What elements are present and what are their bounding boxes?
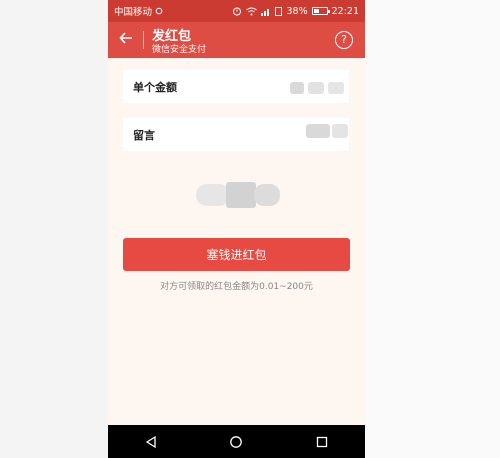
navigation-bar (108, 425, 365, 458)
title-bar: 发红包 微信安全支付 ? (108, 22, 365, 58)
amount-placeholder-blur (290, 82, 304, 94)
sim-icon (275, 6, 283, 16)
status-left: 中国移动 (114, 4, 163, 18)
amount-blur-2 (226, 182, 256, 208)
data-sync-icon (155, 7, 163, 15)
battery-icon (311, 7, 330, 15)
square-recents-icon (316, 436, 328, 447)
status-bar: 中国移动 38% 22:21 (108, 0, 365, 22)
alarm-icon (233, 7, 242, 16)
wifi-icon (246, 7, 258, 15)
back-button[interactable] (116, 30, 136, 50)
status-right: 38% 22:21 (232, 6, 359, 17)
clock: 22:21 (331, 5, 359, 17)
title-divider (143, 31, 144, 49)
nav-back-button[interactable] (139, 430, 163, 454)
amount-blur-1 (196, 184, 230, 206)
amount-placeholder-blur-2 (308, 82, 324, 94)
circle-home-icon (230, 435, 243, 448)
message-placeholder-blur-2 (332, 124, 348, 138)
page-background-right (365, 0, 500, 458)
page-subtitle: 微信安全支付 (152, 45, 207, 55)
battery-percent: 38% (286, 5, 308, 17)
amount-label: 单个金额 (133, 80, 177, 94)
amount-placeholder-blur-3 (328, 82, 344, 94)
carrier-name: 中国移动 (114, 7, 153, 18)
help-icon[interactable]: ? (335, 31, 353, 49)
signal-icon (261, 8, 270, 16)
nav-recents-button[interactable] (310, 430, 334, 454)
back-arrow-icon (119, 32, 132, 44)
message-label: 留言 (133, 128, 155, 142)
message-placeholder-blur (306, 124, 330, 138)
amount-blur-3 (254, 184, 280, 206)
nav-home-button[interactable] (224, 430, 248, 454)
submit-red-packet-button[interactable]: 塞钱进红包 (123, 238, 350, 271)
amount-range-hint: 对方可领取的红包金额为0.01~200元 (160, 282, 313, 292)
triangle-back-icon (145, 435, 156, 448)
page-background-left (0, 0, 108, 458)
total-amount-display (196, 182, 280, 210)
phone-screen: 中国移动 38% 22:21 发红包 微信安全支付 ? 单个金额 留言 塞钱进红… (108, 0, 365, 458)
